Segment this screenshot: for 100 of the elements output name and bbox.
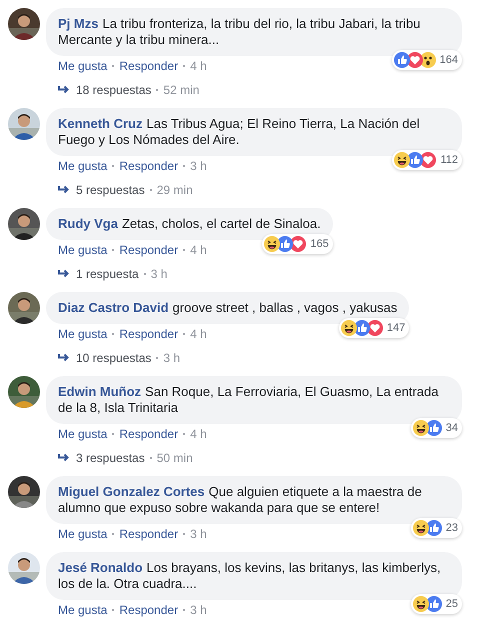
replies-count: 18 respuestas (76, 82, 152, 98)
laughing-face-icon (412, 420, 429, 436)
laughing-face-icon (412, 596, 429, 612)
reply-arrow-icon (58, 269, 70, 279)
separator-dot (183, 609, 186, 611)
reply-time: 3 h (163, 350, 180, 366)
separator-dot (144, 273, 146, 275)
author-link[interactable]: Diaz Castro David (58, 300, 169, 315)
comment-text: Diaz Castro David groove street , ballas , vagos , yakusas (58, 300, 398, 315)
like-link[interactable]: Me gusta (58, 326, 108, 342)
like-link[interactable]: Me gusta (58, 158, 108, 174)
reaction-count: 25 (446, 597, 458, 611)
thumbs-up-icon (426, 596, 442, 612)
comment-text: Miguel Gonzalez Cortes Que alguien etiquete a la maestra de alumno que expuso sobre wakanda para que se entere! (58, 484, 422, 515)
reply-arrow-icon (58, 185, 70, 195)
thumbs-up-icon (277, 236, 294, 252)
reactions-pill[interactable]: 34 (410, 418, 462, 438)
replies-link[interactable]: 1 respuesta (58, 266, 139, 282)
replies-link[interactable]: 5 respuestas (58, 182, 145, 198)
reactions-pill[interactable]: 164 (392, 50, 462, 70)
thumbs-up-icon (426, 420, 442, 436)
separator-dot (112, 609, 114, 611)
comment-time: 4 h (190, 242, 207, 258)
like-link[interactable]: Me gusta (58, 602, 108, 618)
reply-link[interactable]: Responder (119, 602, 178, 618)
author-link[interactable]: Kenneth Cruz (58, 116, 142, 131)
replies-count: 5 respuestas (76, 182, 145, 198)
thumbs-up-icon (394, 52, 410, 68)
separator-dot (156, 89, 158, 91)
separator-dot (112, 65, 114, 67)
author-link[interactable]: Miguel Gonzalez Cortes (58, 484, 205, 499)
separator-dot (112, 433, 114, 435)
separator-dot (112, 333, 114, 335)
like-link[interactable]: Me gusta (58, 58, 108, 74)
comment-time: 3 h (190, 526, 207, 542)
surprised-face-icon (420, 52, 436, 68)
replies-link[interactable]: 18 respuestas (58, 82, 152, 98)
laughing-face-icon (394, 152, 410, 168)
reaction-count: 34 (446, 421, 458, 435)
reaction-count: 165 (310, 237, 329, 251)
reactions-pill[interactable]: 23 (410, 518, 462, 538)
replies-count: 3 respuestas (76, 450, 145, 466)
reply-link[interactable]: Responder (119, 426, 178, 442)
comment-time: 4 h (190, 326, 207, 342)
laughing-face-icon (340, 320, 357, 336)
separator-dot (112, 165, 114, 167)
separator-dot (183, 65, 186, 67)
reply-time: 29 min (156, 182, 193, 198)
reply-arrow-icon (58, 353, 70, 363)
like-link[interactable]: Me gusta (58, 526, 108, 542)
reactions-pill[interactable]: 165 (262, 234, 333, 254)
separator-dot (183, 165, 186, 167)
author-link[interactable]: Rudy Vga (58, 216, 118, 231)
comment-text: Edwin Muñoz San Roque, La Ferroviaria, El Guasmo, La entrada de la 8, Isla Trinitaria (58, 384, 438, 415)
reply-link[interactable]: Responder (119, 326, 178, 342)
comment-text: Pj Mzs La tribu fronteriza, la tribu del rio, la tribu Jabari, la tribu Mercante y la tribu minera... (58, 16, 420, 47)
reply-time: 3 h (150, 266, 168, 282)
separator-dot (156, 357, 158, 359)
replies-count: 1 respuesta (76, 266, 139, 282)
laughing-face-icon (412, 520, 429, 536)
author-link[interactable]: Pj Mzs (58, 16, 98, 31)
author-link[interactable]: Edwin Muñoz (58, 384, 142, 399)
reaction-count: 147 (386, 321, 406, 335)
separator-dot (112, 533, 114, 535)
thumbs-up-icon (407, 152, 424, 168)
reply-link[interactable]: Responder (119, 242, 178, 258)
reply-link[interactable]: Responder (119, 526, 178, 542)
comment-time: 4 h (190, 58, 207, 74)
reply-link[interactable]: Responder (119, 58, 178, 74)
laughing-face-icon (264, 236, 280, 252)
comment-text: Kenneth Cruz Las Tribus Agua; El Reino Tierra, La Nación del Fuego y Los Nómades del Aire. (58, 116, 420, 147)
replies-link[interactable]: 10 respuestas (58, 350, 152, 366)
thumbs-up-icon (426, 520, 442, 536)
reactions-pill[interactable]: 25 (410, 594, 462, 614)
thumbs-up-icon (354, 320, 370, 336)
separator-dot (183, 433, 186, 435)
comment-time: 4 h (190, 426, 207, 442)
reply-link[interactable]: Responder (119, 158, 178, 174)
separator-dot (150, 457, 152, 459)
reaction-count: 23 (446, 521, 458, 535)
comment-time: 3 h (190, 602, 207, 618)
separator-dot (183, 333, 186, 335)
replies-count: 10 respuestas (76, 350, 152, 366)
separator-dot (183, 249, 186, 251)
reactions-pill[interactable]: 147 (338, 318, 410, 338)
like-link[interactable]: Me gusta (58, 426, 108, 442)
separator-dot (150, 189, 152, 191)
separator-dot (112, 249, 114, 251)
reply-time: 50 min (156, 450, 193, 466)
comment-text: Rudy Vga Zetas, cholos, el cartel de Sinaloa. (58, 216, 321, 231)
comment-time: 3 h (190, 158, 207, 174)
reaction-count: 164 (440, 53, 458, 67)
separator-dot (183, 533, 186, 535)
author-link[interactable]: Jesé Ronaldo (58, 560, 143, 575)
reactions-pill[interactable]: 112 (392, 150, 462, 170)
replies-link[interactable]: 3 respuestas (58, 450, 145, 466)
like-link[interactable]: Me gusta (58, 242, 108, 258)
reply-arrow-icon (58, 453, 70, 463)
comment-text: Jesé Ronaldo Los brayans, los kevins, las britanys, las kimberlys, los de la. Otra cuadra.... (58, 560, 441, 591)
reply-arrow-icon (58, 85, 70, 95)
